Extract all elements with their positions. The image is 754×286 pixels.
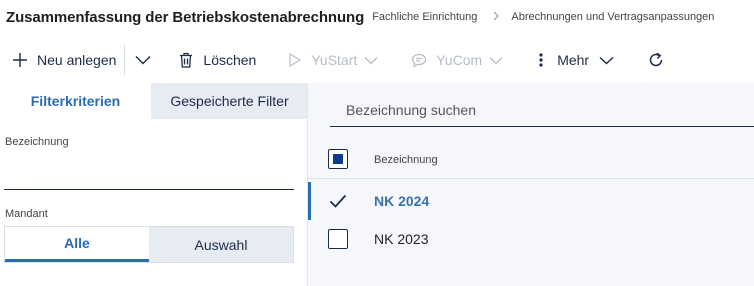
- mandant-label: Mandant: [5, 208, 48, 220]
- chevron-down-icon: [599, 56, 614, 65]
- tab-gespeicherte-filter[interactable]: Gespeicherte Filter: [151, 83, 308, 119]
- chat-bubble-icon: [411, 53, 427, 68]
- page-header: Zusammenfassung der Betriebskostenabrech…: [0, 0, 754, 34]
- filter-tabs: Filterkriterien Gespeicherte Filter: [0, 83, 308, 119]
- filter-panel: Filterkriterien Gespeicherte Filter Beze…: [0, 83, 308, 286]
- toolbar: Neu anlegen Löschen YuStart YuCom Mehr: [0, 42, 754, 78]
- breadcrumb-item-fachliche-einrichtung[interactable]: Fachliche Einrichtung: [372, 11, 477, 23]
- search-input[interactable]: [330, 93, 754, 127]
- select-all-checkbox[interactable]: [328, 149, 348, 169]
- mandant-option-alle[interactable]: Alle: [5, 227, 149, 262]
- chevron-down-icon: [135, 55, 151, 65]
- delete-button-label: Löschen: [203, 52, 257, 68]
- column-header-bezeichnung[interactable]: Bezeichnung: [374, 154, 438, 166]
- delete-button[interactable]: Löschen: [179, 42, 256, 78]
- mandant-toggle: Alle Auswahl: [4, 226, 294, 263]
- yustart-button[interactable]: YuStart: [289, 42, 378, 78]
- list-item[interactable]: NK 2024: [308, 182, 754, 220]
- yustart-button-label: YuStart: [311, 52, 358, 68]
- page-title: Zusammenfassung der Betriebskostenabrech…: [6, 8, 365, 26]
- mandant-option-auswahl[interactable]: Auswahl: [149, 227, 293, 262]
- new-button-label: Neu anlegen: [37, 52, 117, 68]
- partial-selection-icon: [333, 154, 343, 164]
- checkmark-icon: [329, 194, 347, 208]
- row-checkbox[interactable]: [328, 191, 348, 211]
- new-dropdown-button[interactable]: [135, 42, 151, 78]
- bezeichnung-label: Bezeichnung: [5, 136, 69, 148]
- list-item[interactable]: NK 2023: [308, 220, 754, 258]
- trash-icon: [179, 52, 193, 68]
- breadcrumb-item-abrechnungen[interactable]: Abrechnungen und Vertragsanpassungen: [511, 11, 714, 23]
- yucom-button[interactable]: YuCom: [411, 42, 503, 78]
- play-icon: [289, 53, 302, 67]
- refresh-icon: [647, 51, 665, 69]
- chevron-down-icon: [489, 56, 503, 65]
- toolbar-divider: [124, 45, 126, 75]
- row-checkbox[interactable]: [328, 229, 348, 249]
- chevron-down-icon: [364, 56, 378, 65]
- list-item-label: NK 2024: [374, 193, 430, 209]
- tab-filterkriterien[interactable]: Filterkriterien: [0, 83, 151, 119]
- plus-icon: [12, 52, 28, 68]
- breadcrumb-chevron-icon: [493, 10, 500, 24]
- list-item-label: NK 2023: [374, 231, 429, 247]
- new-button[interactable]: Neu anlegen: [12, 42, 116, 78]
- refresh-button[interactable]: [647, 42, 665, 78]
- bezeichnung-input[interactable]: [4, 154, 294, 190]
- list-header: Bezeichnung: [308, 141, 754, 179]
- yucom-button-label: YuCom: [436, 52, 483, 68]
- more-vertical-icon: [539, 53, 543, 67]
- list-panel: Bezeichnung NK 2024 NK 2023: [308, 83, 754, 286]
- more-button-label: Mehr: [557, 52, 590, 68]
- more-button[interactable]: Mehr: [539, 42, 614, 78]
